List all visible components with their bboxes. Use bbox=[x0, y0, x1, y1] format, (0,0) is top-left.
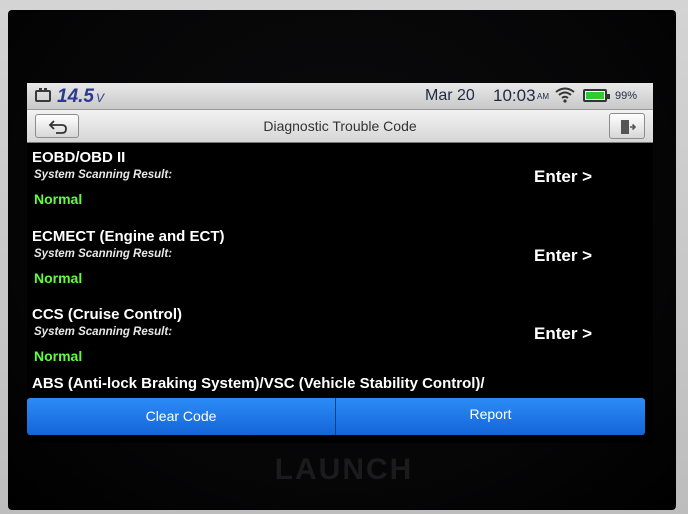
partial-list-item[interactable]: ABS (Anti-lock Braking System)/VSC (Vehi… bbox=[32, 375, 485, 392]
voltage-readout: 14.5 V bbox=[57, 86, 104, 107]
enter-button[interactable]: Enter > bbox=[534, 246, 592, 266]
system-name: ECMECT (Engine and ECT) bbox=[32, 228, 225, 245]
battery-percent: 99% bbox=[615, 90, 638, 102]
scan-result-label: System Scanning Result: bbox=[34, 326, 173, 338]
enter-button[interactable]: Enter > bbox=[534, 167, 592, 187]
scan-result-label: System Scanning Result: bbox=[34, 248, 173, 260]
time: 10:03 bbox=[493, 86, 536, 105]
battery-icon bbox=[583, 89, 610, 102]
device-screen: 14.5 V Mar 20 10:03 AM 99% Diagnostic Tro… bbox=[27, 83, 653, 443]
list-item[interactable]: ECMECT (Engine and ECT) System Scanning … bbox=[27, 226, 653, 304]
am-pm: AM bbox=[537, 92, 549, 101]
date: Mar 20 bbox=[425, 87, 475, 104]
brand-logo: LAUNCH bbox=[274, 453, 414, 486]
enter-button[interactable]: Enter > bbox=[534, 324, 592, 344]
exit-icon bbox=[621, 120, 636, 134]
page-title: Diagnostic Trouble Code bbox=[263, 118, 417, 134]
system-name: CCS (Cruise Control) bbox=[32, 306, 182, 323]
list-item[interactable]: EOBD/OBD II System Scanning Result: Norm… bbox=[27, 147, 653, 225]
scan-result-label: System Scanning Result: bbox=[34, 169, 173, 181]
list-item[interactable]: CCS (Cruise Control) System Scanning Res… bbox=[27, 304, 653, 382]
status-text: Normal bbox=[34, 270, 83, 286]
clear-code-button[interactable]: Clear Code bbox=[27, 398, 336, 435]
report-button[interactable]: Report bbox=[336, 398, 645, 435]
action-bar: Clear Code Report bbox=[27, 398, 645, 435]
status-text: Normal bbox=[34, 348, 83, 364]
status-bar: 14.5 V Mar 20 10:03 AM 99% bbox=[27, 83, 653, 109]
wifi-icon bbox=[555, 87, 575, 103]
system-list: EOBD/OBD II System Scanning Result: Norm… bbox=[27, 143, 653, 405]
car-battery-icon bbox=[35, 88, 51, 102]
exit-button[interactable] bbox=[609, 113, 645, 139]
voltage-unit: V bbox=[95, 91, 104, 105]
status-text: Normal bbox=[34, 191, 83, 207]
title-bar: Diagnostic Trouble Code bbox=[27, 109, 653, 143]
system-name: EOBD/OBD II bbox=[32, 149, 126, 166]
